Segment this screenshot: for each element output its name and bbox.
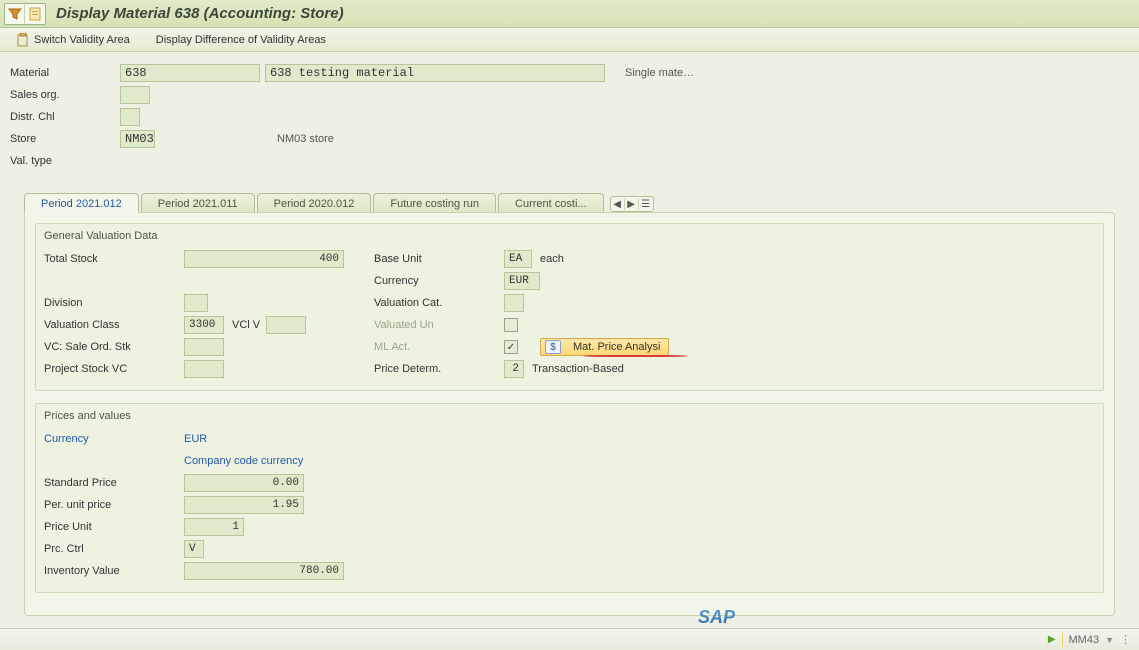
company-code-currency-label[interactable]: Company code currency [184, 455, 303, 467]
ml-act-checkmark: ✓ [507, 342, 515, 353]
status-bar: ▶ MM43 ▼ ⋮ [0, 628, 1139, 650]
header-area: Material 638 638 testing material Single… [0, 52, 1139, 626]
price-determ-field[interactable]: 2 [504, 360, 524, 378]
valtype-label: Val. type [10, 155, 120, 167]
salesorg-label: Sales org. [10, 89, 120, 101]
per-unit-price-field[interactable]: 1.95 [184, 496, 304, 514]
search-dollar-icon: $ [545, 340, 561, 354]
price-unit-label: Price Unit [44, 521, 184, 533]
statusbar-handle-icon[interactable]: ⋮ [1120, 633, 1131, 646]
valuated-un-checkbox[interactable] [504, 318, 518, 332]
valuated-un-label: Valuated Un [374, 319, 504, 331]
ml-act-checkbox[interactable]: ✓ [504, 340, 518, 354]
switch-validity-area-button[interactable]: Switch Validity Area [10, 31, 136, 49]
tab-content: General Valuation Data Total Stock 400 B… [24, 212, 1115, 616]
material-type-text: Single mate… [625, 67, 694, 79]
tab-period-2020-012[interactable]: Period 2020.012 [257, 193, 372, 213]
standard-price-label: Standard Price [44, 477, 184, 489]
store-label: Store [10, 133, 120, 145]
valuation-class-label: Valuation Class [44, 319, 184, 331]
currency-label: Currency [374, 275, 504, 287]
prices-values-group: Prices and values Currency EUR Company c… [35, 403, 1104, 593]
sap-logo: SAP [698, 607, 735, 628]
valuation-cat-field[interactable] [504, 294, 524, 312]
material-label: Material [10, 67, 120, 79]
per-unit-price-label: Per. unit price [44, 499, 184, 511]
tab-period-2021-012[interactable]: Period 2021.012 [24, 193, 139, 213]
price-determ-desc: Transaction-Based [532, 363, 624, 375]
division-label: Division [44, 297, 184, 309]
ml-act-label: ML Act. [374, 341, 504, 353]
prc-ctrl-label: Prc. Ctrl [44, 543, 184, 555]
inventory-value-label: Inventory Value [44, 565, 184, 577]
store-id-field[interactable]: NM03 [120, 130, 155, 148]
vclv-label: VCl V [232, 319, 260, 331]
detail-icon[interactable] [25, 4, 45, 24]
titlebar-icon-group [4, 3, 46, 25]
distrchl-label: Distr. Chl [10, 111, 120, 123]
material-id-field[interactable]: 638 [120, 64, 260, 82]
material-desc-field[interactable]: 638 testing material [265, 64, 605, 82]
transaction-code: MM43 [1069, 634, 1100, 646]
prices-values-title: Prices and values [44, 410, 1095, 422]
general-valuation-group: General Valuation Data Total Stock 400 B… [35, 223, 1104, 391]
base-unit-label: Base Unit [374, 253, 504, 265]
tabstrip: Period 2021.012 Period 2021.011 Period 2… [24, 192, 1129, 212]
vc-sale-ord-field[interactable] [184, 338, 224, 356]
vclv-field[interactable] [266, 316, 306, 334]
switch-icon [16, 33, 30, 47]
division-field[interactable] [184, 294, 208, 312]
price-unit-field[interactable]: 1 [184, 518, 244, 536]
dropdown-icon[interactable]: ▼ [1105, 635, 1114, 645]
tab-nav-list-icon[interactable]: ☰ [639, 199, 653, 210]
tab-nav-right-icon[interactable]: ▶ [625, 199, 639, 210]
mat-price-analysis-button[interactable]: $ Mat. Price Analysi [540, 338, 669, 356]
salesorg-field[interactable] [120, 86, 150, 104]
valuation-class-field[interactable]: 3300 [184, 316, 224, 334]
inventory-value-field[interactable]: 780.00 [184, 562, 344, 580]
tab-nav: ◀ ▶ ☰ [610, 196, 654, 212]
price-determ-label: Price Determ. [374, 363, 504, 375]
prc-ctrl-field[interactable]: V [184, 540, 204, 558]
switch-validity-label: Switch Validity Area [34, 34, 130, 46]
window-titlebar: Display Material 638 (Accounting: Store) [0, 0, 1139, 28]
display-difference-label: Display Difference of Validity Areas [156, 34, 326, 46]
vc-sale-ord-label: VC: Sale Ord. Stk [44, 341, 184, 353]
window-title: Display Material 638 (Accounting: Store) [56, 5, 344, 22]
tab-current-costing[interactable]: Current costi... [498, 193, 604, 213]
total-stock-field[interactable]: 400 [184, 250, 344, 268]
mat-price-analysis-label: Mat. Price Analysi [573, 341, 660, 353]
tab-period-2021-011[interactable]: Period 2021.011 [141, 193, 255, 213]
project-stock-label: Project Stock VC [44, 363, 184, 375]
total-stock-label: Total Stock [44, 253, 184, 265]
display-difference-button[interactable]: Display Difference of Validity Areas [150, 32, 332, 48]
store-desc-text: NM03 store [277, 133, 334, 145]
general-valuation-title: General Valuation Data [44, 230, 1095, 242]
tab-future-costing[interactable]: Future costing run [373, 193, 496, 213]
tab-nav-left-icon[interactable]: ◀ [611, 199, 625, 210]
status-indicator-icon: ▶ [1048, 634, 1056, 645]
valuation-cat-label: Valuation Cat. [374, 297, 504, 309]
red-underline-annotation [583, 355, 688, 357]
prices-currency-label[interactable]: Currency [44, 433, 184, 445]
application-toolbar: Switch Validity Area Display Difference … [0, 28, 1139, 52]
base-unit-desc: each [540, 253, 564, 265]
project-stock-field[interactable] [184, 360, 224, 378]
base-unit-field[interactable]: EA [504, 250, 532, 268]
status-divider [1062, 633, 1063, 647]
distrchl-field[interactable] [120, 108, 140, 126]
filter-icon[interactable] [5, 4, 25, 24]
standard-price-field[interactable]: 0.00 [184, 474, 304, 492]
prices-currency-value: EUR [184, 433, 304, 445]
currency-field[interactable]: EUR [504, 272, 540, 290]
